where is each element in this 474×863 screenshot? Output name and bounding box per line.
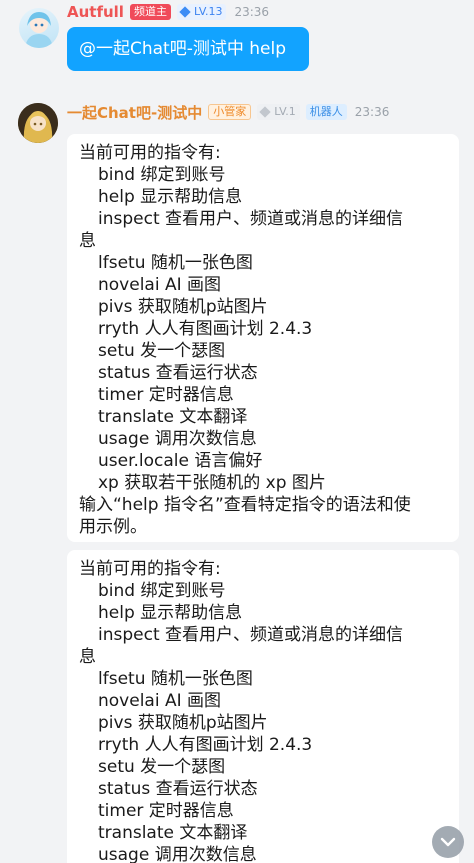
command-line: timer 定时器信息 (98, 385, 234, 405)
command-line: help 显示帮助信息 (98, 187, 243, 207)
command-line: translate 文本翻译 (98, 823, 248, 843)
command-line: setu 发一个瑟图 (98, 341, 226, 361)
avatar-autfull[interactable] (19, 8, 59, 48)
diamond-icon (179, 6, 191, 18)
help-header: 当前可用的指令有: (79, 143, 221, 163)
command-line: translate 文本翻译 (98, 407, 248, 427)
command-line: usage 调用次数信息 (98, 429, 257, 449)
command-line-wrap: 息 (79, 647, 96, 667)
help-header: 当前可用的指令有: (79, 559, 221, 579)
command-line: inspect 查看用户、频道或消息的详细信 (98, 625, 404, 645)
diamond-icon (259, 106, 271, 118)
command-line-wrap: 息 (79, 231, 96, 251)
command-line: status 查看运行状态 (98, 363, 258, 383)
role-badge: 频道主 (129, 4, 171, 20)
command-line: xp 获取若干张随机的 xp 图片 (98, 473, 326, 493)
message-header: 一起Chat吧-测试中 小管家 LV.1 机器人 23:36 (67, 102, 389, 122)
command-line: novelai AI 画图 (98, 691, 222, 711)
username[interactable]: 一起Chat吧-测试中 (67, 102, 202, 123)
command-line: bind 绑定到账号 (98, 581, 226, 601)
help-footer: 用示例。 (79, 517, 147, 537)
command-line: bind 绑定到账号 (98, 165, 226, 185)
role-badge: 小管家 (208, 104, 252, 120)
command-line: timer 定时器信息 (98, 801, 234, 821)
my-message-bubble[interactable]: @一起Chat吧-测试中 help (67, 27, 309, 71)
command-line: novelai AI 画图 (98, 275, 222, 295)
bot-message-bubble[interactable]: 当前可用的指令有: bind 绑定到账号 help 显示帮助信息 inspect… (67, 134, 459, 542)
command-line: usage 调用次数信息 (98, 845, 257, 863)
chevron-down-icon (440, 837, 456, 847)
command-line: rryth 人人有图画计划 2.4.3 (98, 319, 313, 339)
command-line: rryth 人人有图画计划 2.4.3 (98, 735, 313, 755)
command-line: setu 发一个瑟图 (98, 757, 226, 777)
command-line: help 显示帮助信息 (98, 603, 243, 623)
command-line: pivs 获取随机p站图片 (98, 297, 268, 317)
avatar-bot[interactable] (18, 103, 58, 143)
help-footer: 输入“help 指令名”查看特定指令的语法和使 (79, 495, 411, 515)
username[interactable]: Autfull (67, 3, 124, 21)
bot-badge: 机器人 (305, 104, 347, 120)
scroll-to-bottom-button[interactable] (432, 826, 464, 858)
bot-message-bubble[interactable]: 当前可用的指令有: bind 绑定到账号 help 显示帮助信息 inspect… (67, 550, 459, 863)
command-line: inspect 查看用户、频道或消息的详细信 (98, 209, 404, 229)
command-line: lfsetu 随机一张色图 (98, 253, 253, 273)
level-text: LV.1 (274, 105, 296, 118)
message-header: Autfull 频道主 LV.13 23:36 (67, 2, 269, 22)
chat-window: Autfull 频道主 LV.13 23:36 @一起Chat吧-测试中 hel… (0, 0, 474, 863)
command-line: pivs 获取随机p站图片 (98, 713, 268, 733)
level-badge: LV.13 (176, 4, 227, 20)
command-line: lfsetu 随机一张色图 (98, 669, 253, 689)
timestamp: 23:36 (354, 105, 390, 119)
timestamp: 23:36 (234, 5, 270, 19)
command-line: status 查看运行状态 (98, 779, 258, 799)
level-text: LV.13 (193, 5, 223, 18)
level-badge: LV.1 (257, 104, 300, 120)
command-line: user.locale 语言偏好 (98, 451, 263, 471)
